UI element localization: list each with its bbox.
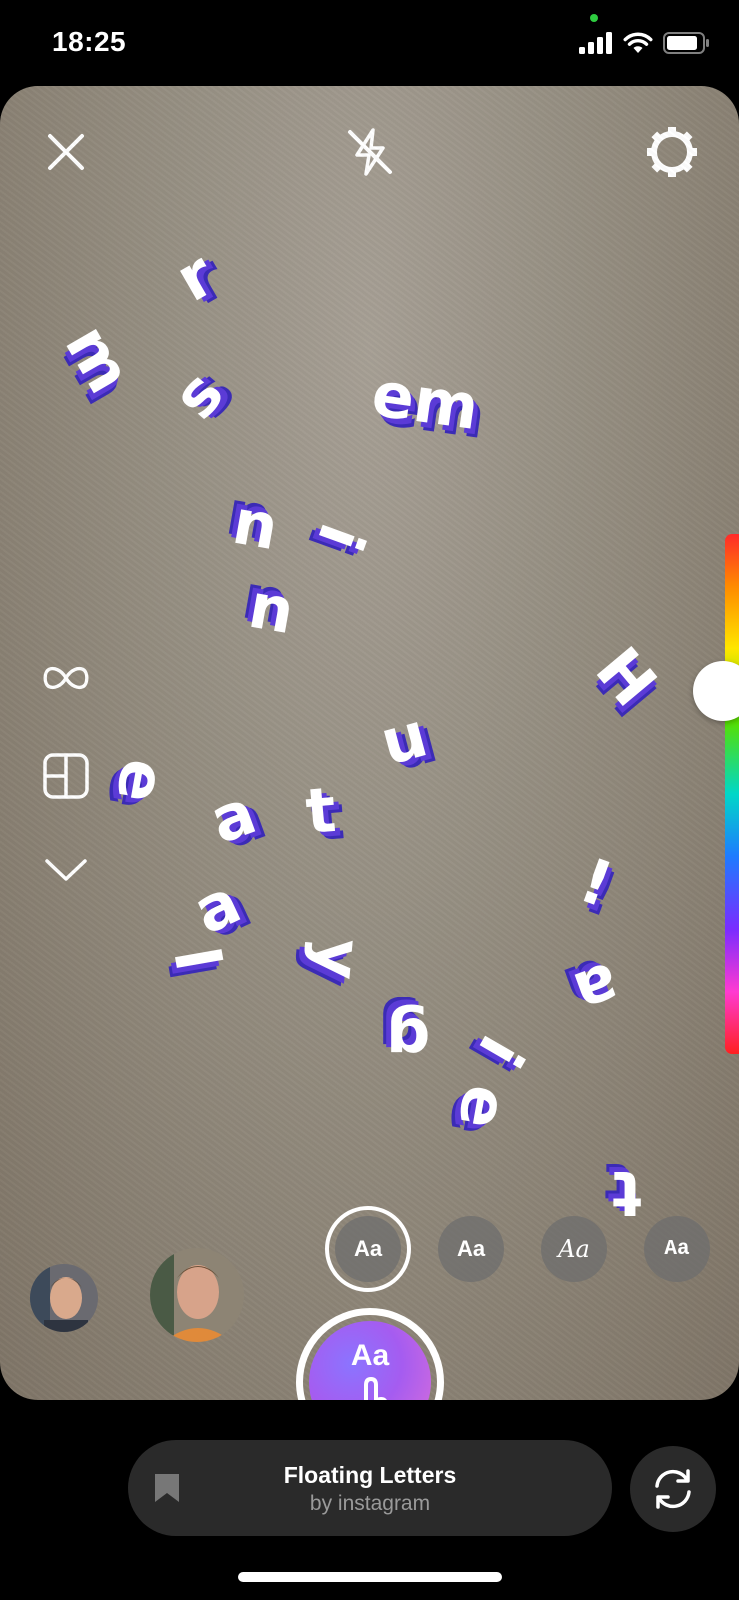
status-icons [579,32,711,54]
font-option-classic[interactable]: Aa [325,1206,411,1292]
home-indicator[interactable] [238,1572,502,1582]
capture-button[interactable]: Aa [296,1308,444,1400]
font-option-modern[interactable]: Aa [438,1216,504,1282]
battery-icon [663,32,709,54]
color-slider[interactable] [725,534,739,1054]
status-time: 18:25 [52,26,127,57]
floating-letter: u [225,493,283,574]
layout-button[interactable] [40,750,92,802]
signal-icon [579,32,612,54]
capture-label: Aa [350,1339,390,1372]
close-button[interactable] [40,126,92,178]
flip-camera-icon [655,1469,691,1509]
floating-letter: u [373,697,435,780]
flash-off-icon [348,128,392,176]
floating-letter: ! [570,843,623,922]
floating-letter: u [241,577,299,658]
floating-letter: g [386,1003,431,1076]
face-thumbnail-image [30,1264,98,1332]
font-options: Aa Aa Aa Aa [0,1206,739,1292]
effect-info-pill[interactable]: Floating Letters by instagram [128,1440,612,1536]
effect-name: Floating Letters [283,1462,457,1488]
floating-letter: r [163,237,227,316]
effect-thumbnail-recent[interactable] [150,1248,244,1342]
more-tools-button[interactable] [40,844,92,896]
color-slider-handle[interactable] [693,661,739,721]
settings-button[interactable] [642,122,702,182]
effect-thumbnail-previous[interactable] [30,1264,98,1332]
floating-letter: i [303,514,380,560]
floating-letter: e [101,754,182,809]
floating-letter: t [302,772,339,849]
floating-letter: H [581,633,671,721]
floating-letter: m [50,312,147,405]
close-icon [48,134,84,170]
infinity-icon [43,666,89,690]
face-thumbnail-image [150,1248,244,1342]
floating-letter: a [564,948,630,1031]
floating-letter: i [464,1023,538,1079]
camera-viewport[interactable]: r m s em u i u H u e a t ! a l y a g i e… [0,86,739,1400]
floating-letter: a [200,775,265,858]
effect-author: by instagram [309,1492,431,1515]
floating-letter: y [300,935,377,983]
flip-camera-button[interactable] [630,1446,716,1532]
chevron-down-icon [45,859,87,881]
floating-letter: l [159,942,235,976]
boomerang-button[interactable] [40,652,92,704]
effect-icon-floating-letters: Aa [309,1321,431,1400]
font-option-typewriter[interactable]: Aa [644,1216,710,1282]
floating-letter: s [158,357,238,433]
flash-button[interactable] [342,124,398,180]
status-bar: 18:25 [0,0,739,86]
gear-icon [647,127,697,177]
floating-letter: a [182,864,252,949]
camera-in-use-indicator [590,14,598,22]
font-option-script[interactable]: Aa [541,1216,607,1282]
wifi-icon [623,32,653,53]
floating-letter: e [443,1080,524,1135]
tap-hand-icon [364,1377,387,1400]
floating-letter: em [367,356,484,445]
layout-icon [43,753,89,799]
